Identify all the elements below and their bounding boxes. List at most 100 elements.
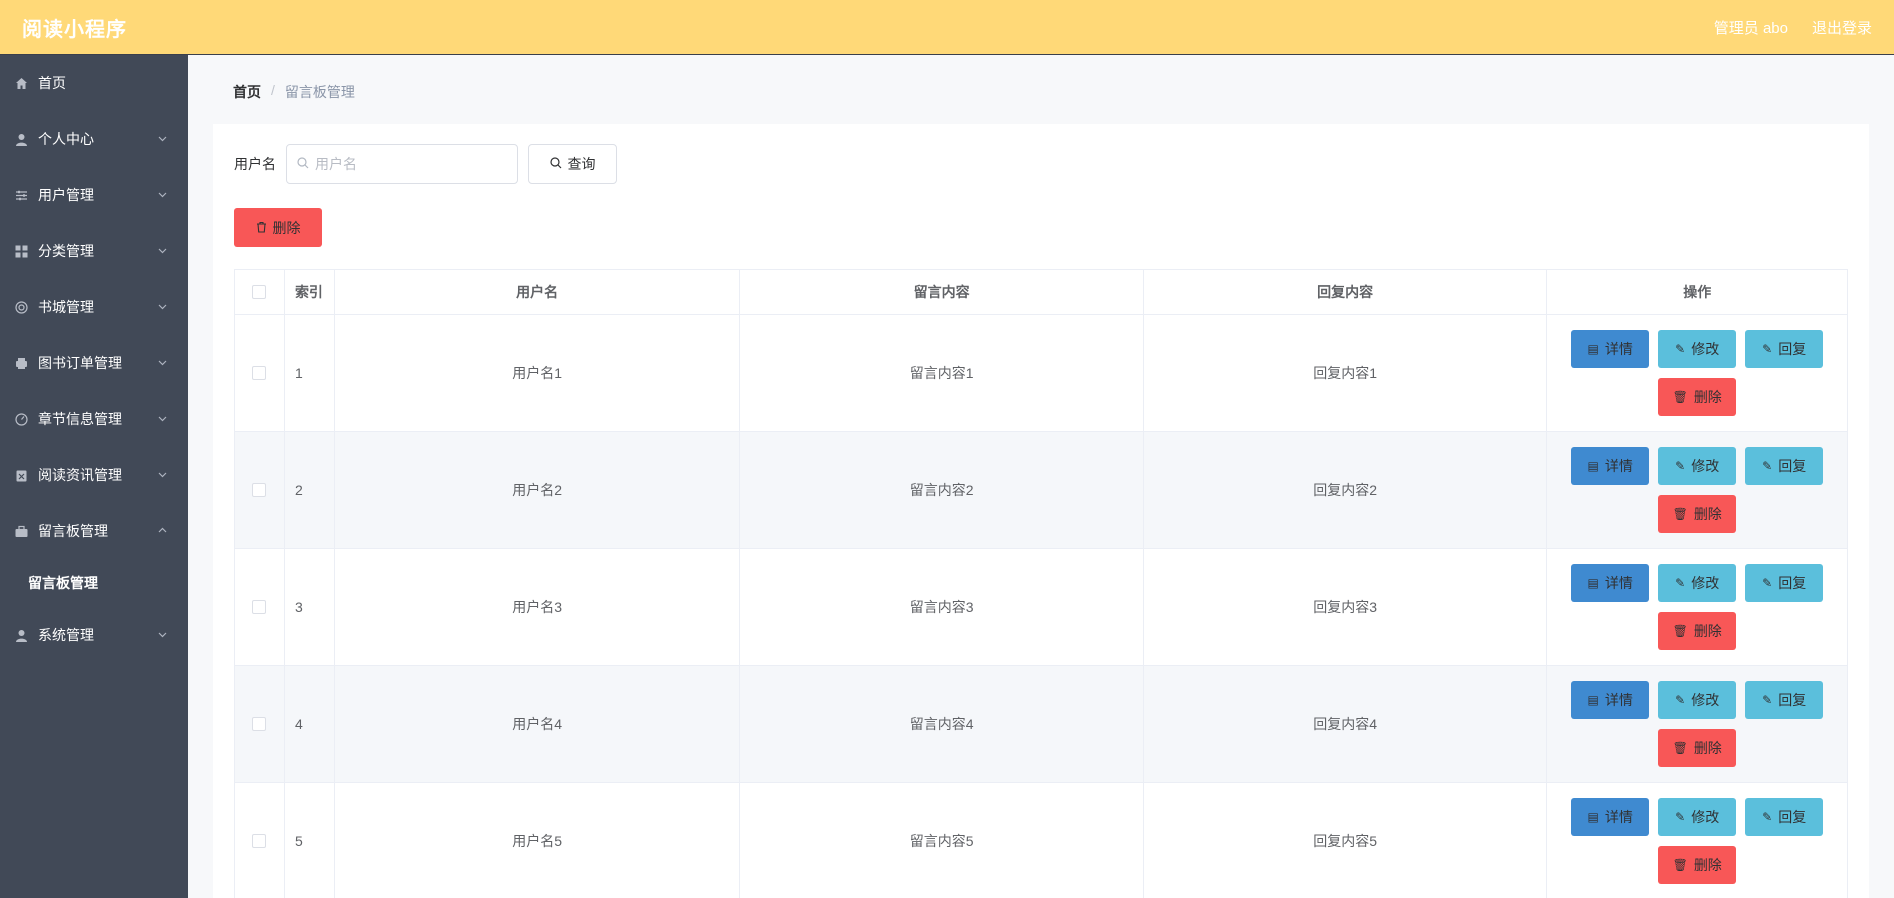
document-icon: ▤	[1587, 459, 1599, 473]
delete-button[interactable]: 🗑 删除	[1658, 729, 1737, 767]
reply-button[interactable]: ✎ 回复	[1745, 447, 1824, 485]
detail-button[interactable]: ▤ 详情	[1571, 798, 1650, 836]
sidebar-item-user-management[interactable]: 用户管理	[0, 167, 188, 223]
table-row: 5 用户名5 留言内容5 回复内容5 ▤ 详情 ✎ 修改 ✎ 回复 🗑 删除	[235, 783, 1847, 898]
row-username: 用户名4	[335, 666, 741, 782]
sidebar-item-label: 章节信息管理	[38, 411, 122, 427]
query-button[interactable]: 查询	[528, 144, 617, 184]
edit-button-label: 修改	[1691, 575, 1720, 591]
row-index: 2	[285, 432, 335, 548]
username-search-input[interactable]	[315, 156, 505, 172]
pencil-icon: ✎	[1675, 693, 1686, 707]
document-icon: ▤	[1587, 693, 1599, 707]
reply-button[interactable]: ✎ 回复	[1745, 564, 1824, 602]
sidebar-item-label: 首页	[38, 75, 66, 91]
column-header-message: 留言内容	[740, 270, 1144, 314]
breadcrumb-separator: /	[271, 82, 275, 98]
logout-link[interactable]: 退出登录	[1812, 17, 1872, 38]
delete-button[interactable]: 🗑 删除	[1658, 378, 1737, 416]
pencil-icon: ✎	[1762, 576, 1773, 590]
row-checkbox[interactable]	[252, 600, 267, 614]
row-message: 留言内容4	[740, 666, 1144, 782]
chevron-down-icon	[157, 133, 168, 147]
reply-button-label: 回复	[1778, 809, 1807, 825]
row-checkbox[interactable]	[252, 483, 267, 497]
select-all-checkbox[interactable]	[252, 285, 267, 299]
sidebar-item-label: 分类管理	[38, 243, 94, 259]
content-card: 用户名 查询 删除	[213, 124, 1869, 898]
user-icon	[14, 628, 28, 642]
trash-icon: 🗑	[1672, 624, 1688, 638]
edit-button[interactable]: ✎ 修改	[1658, 564, 1737, 602]
delete-button[interactable]: 🗑 删除	[1658, 612, 1737, 650]
sidebar-item-category-management[interactable]: 分类管理	[0, 223, 188, 279]
row-index: 5	[285, 783, 335, 898]
sidebar-item-home[interactable]: 首页	[0, 55, 188, 111]
sidebar-item-label: 个人中心	[38, 131, 94, 147]
detail-button-label: 详情	[1604, 575, 1633, 591]
row-message: 留言内容3	[740, 549, 1144, 665]
detail-button[interactable]: ▤ 详情	[1571, 681, 1650, 719]
sidebar-subitem-message-board[interactable]: 留言板管理	[0, 559, 188, 607]
reply-button-label: 回复	[1778, 692, 1807, 708]
row-checkbox-cell	[235, 315, 285, 431]
row-checkbox-cell	[235, 666, 285, 782]
breadcrumb-current: 留言板管理	[284, 84, 355, 100]
search-form: 用户名 查询	[234, 144, 617, 184]
detail-button[interactable]: ▤ 详情	[1571, 564, 1650, 602]
reply-button[interactable]: ✎ 回复	[1745, 798, 1824, 836]
table-row: 2 用户名2 留言内容2 回复内容2 ▤ 详情 ✎ 修改 ✎ 回复 🗑 删除	[235, 432, 1847, 549]
sidebar-item-chapter-info[interactable]: 章节信息管理	[0, 391, 188, 447]
pencil-icon: ✎	[1762, 459, 1773, 473]
chevron-down-icon	[157, 629, 168, 643]
row-message: 留言内容5	[740, 783, 1144, 898]
main-content: 首页 / 留言板管理 用户名 查询 删除	[188, 55, 1894, 898]
detail-button[interactable]: ▤ 详情	[1571, 447, 1650, 485]
sidebar-item-personal-center[interactable]: 个人中心	[0, 111, 188, 167]
reply-button[interactable]: ✎ 回复	[1745, 330, 1824, 368]
column-header-index: 索引	[285, 270, 335, 314]
delete-button[interactable]: 🗑 删除	[1658, 495, 1737, 533]
row-reply: 回复内容3	[1144, 549, 1548, 665]
edit-button[interactable]: ✎ 修改	[1658, 798, 1737, 836]
select-all-cell	[235, 270, 285, 314]
row-message: 留言内容2	[740, 432, 1144, 548]
pencil-icon: ✎	[1762, 810, 1773, 824]
username-search-label: 用户名	[234, 156, 276, 172]
edit-button[interactable]: ✎ 修改	[1658, 681, 1737, 719]
row-actions: ▤ 详情 ✎ 修改 ✎ 回复 🗑 删除	[1547, 549, 1847, 665]
sidebar-item-book-orders[interactable]: 图书订单管理	[0, 335, 188, 391]
row-username: 用户名1	[335, 315, 741, 431]
sidebar-item-label: 图书订单管理	[38, 355, 122, 371]
delete-button-label: 删除	[1693, 389, 1722, 405]
sliders-icon	[14, 188, 28, 202]
reply-button[interactable]: ✎ 回复	[1745, 681, 1824, 719]
sidebar-item-bookstore-management[interactable]: 书城管理	[0, 279, 188, 335]
row-checkbox[interactable]	[252, 834, 267, 848]
delete-button[interactable]: 🗑 删除	[1658, 846, 1737, 884]
detail-button-label: 详情	[1604, 341, 1633, 357]
detail-button[interactable]: ▤ 详情	[1571, 330, 1650, 368]
sidebar-item-message-board[interactable]: 留言板管理	[0, 503, 188, 559]
sidebar-item-system-management[interactable]: 系统管理	[0, 607, 188, 663]
chevron-down-icon	[157, 189, 168, 203]
sidebar-item-reading-news[interactable]: 阅读资讯管理	[0, 447, 188, 503]
row-actions: ▤ 详情 ✎ 修改 ✎ 回复 🗑 删除	[1547, 783, 1847, 898]
edit-button[interactable]: ✎ 修改	[1658, 447, 1737, 485]
reply-button-label: 回复	[1778, 341, 1807, 357]
row-actions: ▤ 详情 ✎ 修改 ✎ 回复 🗑 删除	[1547, 432, 1847, 548]
username-search-box[interactable]	[286, 144, 518, 184]
row-checkbox[interactable]	[252, 717, 267, 731]
breadcrumb-home[interactable]: 首页	[233, 82, 261, 102]
pencil-icon: ✎	[1675, 576, 1686, 590]
admin-user-label[interactable]: 管理员 abo	[1714, 17, 1788, 38]
column-header-username: 用户名	[335, 270, 741, 314]
lifebuoy-icon	[14, 300, 28, 314]
column-header-actions: 操作	[1683, 284, 1712, 300]
row-checkbox[interactable]	[252, 366, 267, 380]
bulk-delete-button[interactable]: 删除	[234, 208, 322, 247]
pencil-icon: ✎	[1762, 342, 1773, 356]
briefcase-icon	[14, 524, 28, 538]
edit-button[interactable]: ✎ 修改	[1658, 330, 1737, 368]
row-actions: ▤ 详情 ✎ 修改 ✎ 回复 🗑 删除	[1547, 315, 1847, 431]
